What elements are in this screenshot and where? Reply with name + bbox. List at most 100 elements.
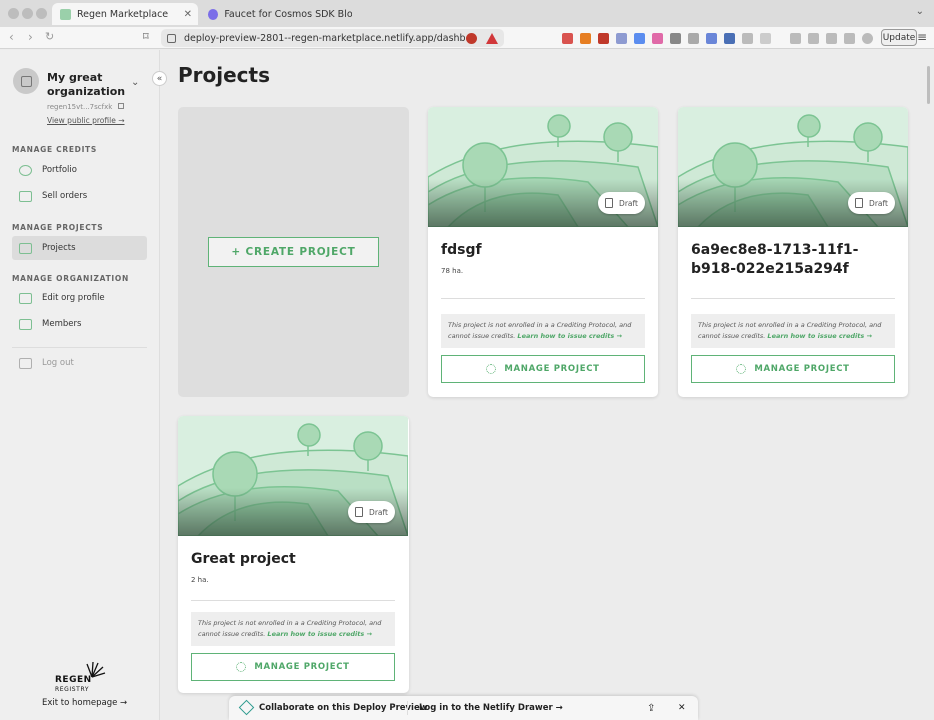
tab-label: Regen Marketplace (77, 8, 169, 20)
view-public-profile-link[interactable]: View public profile → (47, 116, 125, 125)
gear-icon (236, 662, 247, 672)
document-icon (605, 198, 614, 208)
sidebar-item-edit-org[interactable]: Edit org profile (12, 286, 147, 310)
sidebar-toggle-icon[interactable] (826, 33, 837, 44)
update-button[interactable]: Update (881, 29, 917, 46)
collaborate-link[interactable]: Collaborate on this Deploy Preview (259, 703, 428, 713)
org-name[interactable]: My great organization (47, 71, 127, 99)
sidebar-item-label: Sell orders (42, 191, 88, 201)
sidebar-item-projects[interactable]: Projects (12, 236, 147, 260)
sidebar-item-sell-orders[interactable]: Sell orders (12, 184, 147, 208)
card-divider (441, 298, 645, 299)
address-bar[interactable]: deploy-preview-2801--regen-marketplace.n… (161, 29, 504, 47)
tab-list-chevron-icon[interactable]: ⌄ (916, 6, 924, 17)
extension-icon[interactable] (562, 33, 573, 44)
scrollbar-thumb[interactable] (927, 66, 930, 104)
project-card[interactable]: Draft Great project 2 ha. This project i… (178, 416, 409, 693)
netlify-login-link[interactable]: Log in to the Netlify Drawer → (419, 703, 563, 713)
window-maximize-button[interactable] (36, 8, 47, 19)
collapse-sidebar-button[interactable]: « (152, 71, 167, 86)
browser-toolbar: ‹ › ↻ ⌑ deploy-preview-2801--regen-marke… (0, 27, 934, 49)
shield-icon[interactable] (862, 33, 873, 44)
extension-icon[interactable] (844, 33, 855, 44)
sidebar-item-members[interactable]: Members (12, 312, 147, 336)
url-text: deploy-preview-2801--regen-marketplace.n… (184, 32, 475, 44)
sidebar-item-label: Portfolio (42, 165, 77, 175)
learn-issue-credits-link[interactable]: Learn how to issue credits → (517, 332, 622, 340)
extension-icon[interactable] (580, 33, 591, 44)
browser-tab-bar: Regen Marketplace ✕ Faucet for Cosmos SD… (0, 0, 934, 27)
copy-icon[interactable] (117, 103, 124, 109)
reload-icon[interactable]: ↻ (45, 30, 54, 43)
draft-badge: Draft (348, 501, 395, 523)
forward-arrow-icon[interactable]: › (28, 30, 33, 44)
extension-icon[interactable] (652, 33, 663, 44)
create-project-card: + CREATE PROJECT (178, 107, 409, 397)
document-icon (355, 507, 364, 517)
netlify-drawer: Collaborate on this Deploy Preview Log i… (229, 696, 698, 720)
manage-project-button[interactable]: MANAGE PROJECT (191, 653, 395, 681)
edit-org-icon (19, 292, 32, 304)
bookmark-icon[interactable]: ⌑ (143, 30, 149, 43)
window-minimize-button[interactable] (22, 8, 33, 19)
learn-issue-credits-link[interactable]: Learn how to issue credits → (767, 332, 872, 340)
extension-icon[interactable] (790, 33, 801, 44)
org-avatar[interactable] (13, 68, 39, 94)
sidebar-divider (12, 347, 147, 348)
extension-icon[interactable] (760, 33, 771, 44)
exit-to-homepage-link[interactable]: Exit to homepage → (42, 698, 127, 708)
sidebar-item-label: Members (42, 319, 82, 329)
org-address-text: regen15vt...7scfxk (47, 103, 113, 111)
tab-label: Faucet for Cosmos SDK Blockcha (224, 8, 352, 20)
extension-icon[interactable] (724, 33, 735, 44)
crediting-protocol-notice: This project is not enrolled in a a Cred… (191, 612, 395, 646)
drawer-divider (407, 701, 408, 715)
org-switcher-chevron-icon[interactable]: ⌄ (131, 77, 139, 88)
site-settings-icon[interactable] (167, 33, 176, 43)
crediting-protocol-notice: This project is not enrolled in a a Cred… (691, 314, 895, 348)
projects-icon (19, 242, 32, 254)
drawer-close-icon[interactable]: ✕ (678, 703, 686, 713)
draft-badge: Draft (598, 192, 645, 214)
extension-icon[interactable] (706, 33, 717, 44)
draft-badge: Draft (848, 192, 895, 214)
extension-triangle-icon[interactable] (486, 33, 498, 44)
tab-close-icon[interactable]: ✕ (184, 9, 192, 20)
project-area: 2 ha. (191, 576, 209, 584)
window-close-button[interactable] (8, 8, 19, 19)
netlify-logo-icon (238, 699, 255, 716)
regen-favicon-icon (60, 8, 71, 20)
learn-issue-credits-link[interactable]: Learn how to issue credits → (267, 630, 372, 638)
extension-badge-icon[interactable] (466, 33, 477, 44)
crediting-protocol-notice: This project is not enrolled in a a Cred… (441, 314, 645, 348)
extension-icon[interactable] (670, 33, 681, 44)
extension-icon[interactable] (616, 33, 627, 44)
manage-project-button[interactable]: MANAGE PROJECT (441, 355, 645, 383)
extension-icon[interactable] (808, 33, 819, 44)
sidebar-item-label: Log out (42, 358, 74, 368)
project-card[interactable]: Draft fdsgf 78 ha. This project is not e… (428, 107, 658, 397)
card-divider (691, 298, 895, 299)
document-icon (855, 198, 864, 208)
main-content: Projects + CREATE PROJECT Draft fdsgf 78… (161, 50, 934, 720)
draft-label: Draft (869, 198, 888, 208)
logout-icon (19, 357, 32, 369)
gear-icon (736, 364, 747, 374)
browser-tab-faucet[interactable]: Faucet for Cosmos SDK Blockcha (200, 3, 360, 25)
extension-icon[interactable] (742, 33, 753, 44)
gmail-icon[interactable] (598, 33, 609, 44)
sidebar-item-portfolio[interactable]: Portfolio (12, 158, 147, 182)
project-card[interactable]: Draft 6a9ec8e8-1713-11f1-b918-022e215a29… (678, 107, 908, 397)
browser-tab-regen[interactable]: Regen Marketplace ✕ (52, 3, 198, 25)
brand-subtitle: REGISTRY (55, 686, 90, 693)
menu-icon[interactable]: ≡ (917, 30, 927, 44)
sidebar-item-logout[interactable]: Log out (12, 351, 147, 375)
camera-icon[interactable] (688, 33, 699, 44)
sell-orders-icon (19, 190, 32, 202)
back-arrow-icon[interactable]: ‹ (9, 30, 14, 44)
create-project-button[interactable]: + CREATE PROJECT (208, 237, 379, 267)
manage-project-button[interactable]: MANAGE PROJECT (691, 355, 895, 383)
extension-icon[interactable] (634, 33, 645, 44)
project-title: Great project (191, 551, 296, 567)
share-icon[interactable]: ⇪ (647, 703, 655, 714)
